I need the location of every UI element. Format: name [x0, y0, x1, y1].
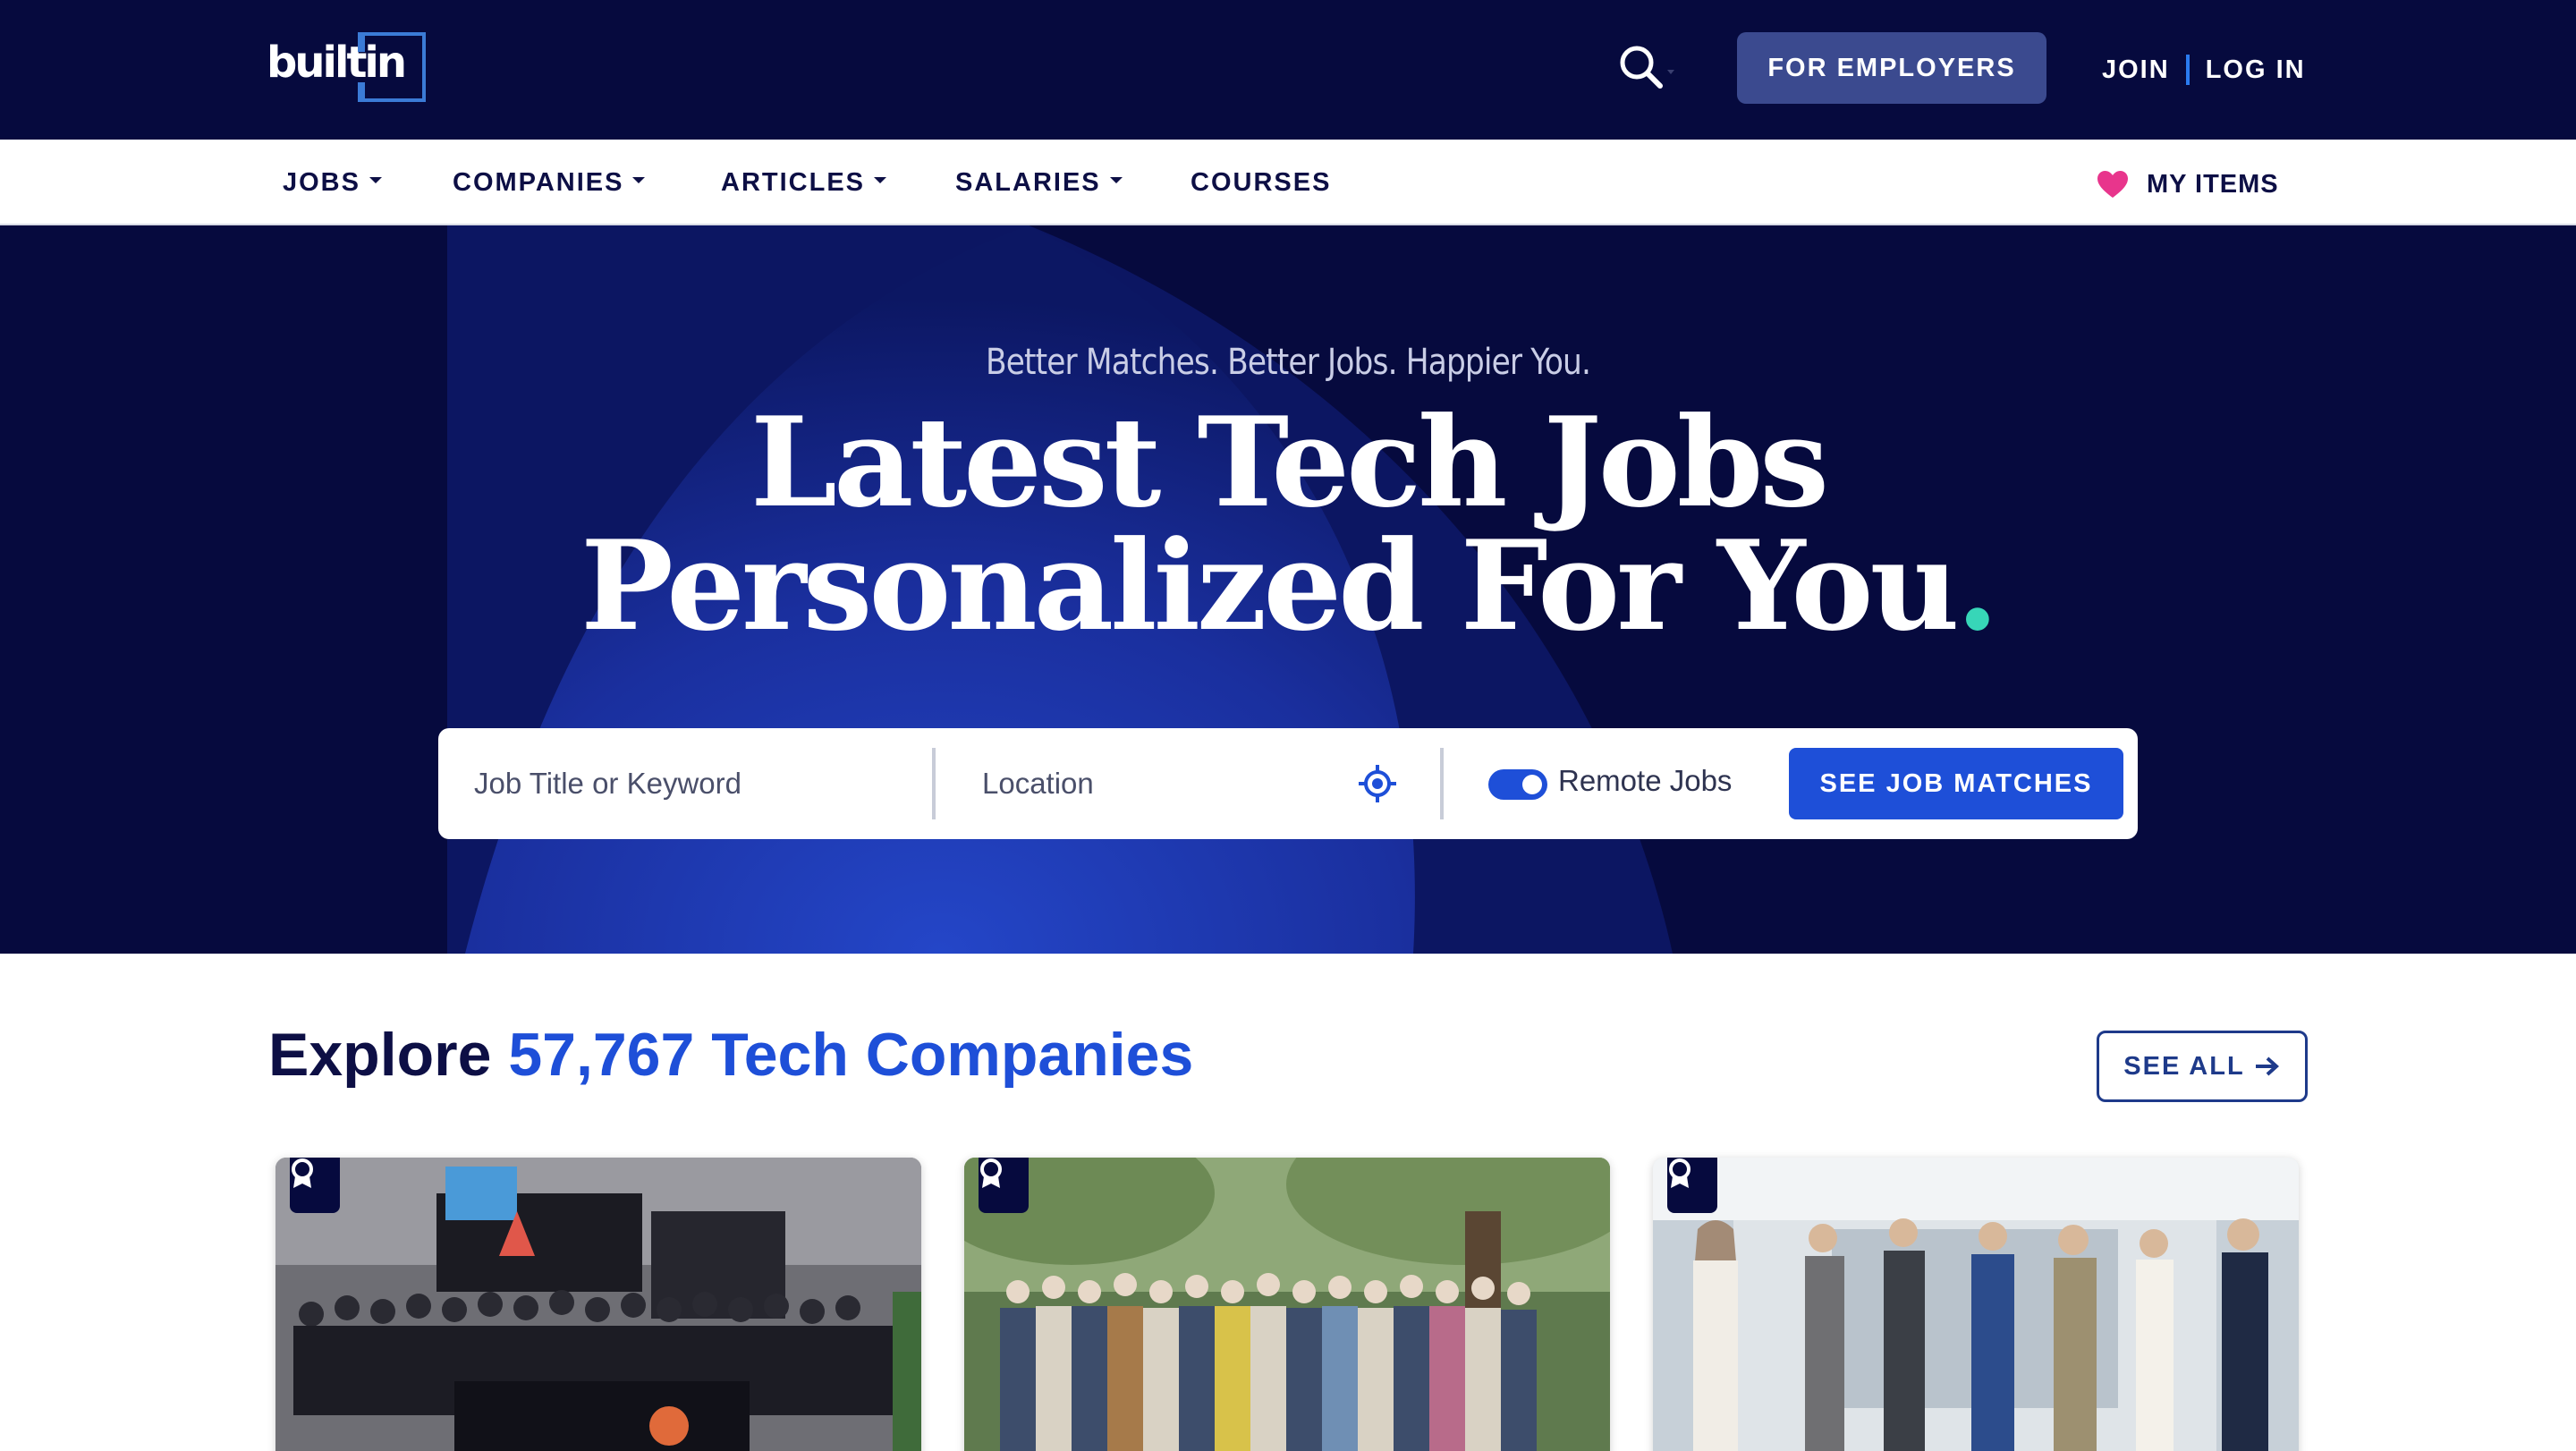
company-booth-group-photo: [275, 1158, 921, 1451]
outdoor-team-group-photo: [964, 1158, 1610, 1451]
top-header: builtin FOR EMPLOYERS JOIN LOG IN: [0, 0, 2576, 140]
company-count: 57,767: [508, 1021, 695, 1089]
auth-links: JOIN LOG IN: [2102, 50, 2306, 89]
caret-down-icon: [369, 176, 382, 183]
search-divider: [1440, 748, 1444, 819]
remote-jobs-toggle[interactable]: [1488, 769, 1547, 800]
explore-heading: Explore 57,767 Tech Companies: [268, 1020, 1193, 1090]
nav-companies-label: COMPANIES: [453, 167, 624, 197]
headline-line-1: Latest Tech Jobs: [750, 389, 1829, 535]
headline-line-2-text: Personalized For You: [580, 513, 1960, 658]
keyword-input[interactable]: [474, 748, 921, 819]
nav-salaries[interactable]: SALARIES: [955, 165, 1123, 200]
login-link[interactable]: LOG IN: [2206, 55, 2306, 85]
search-icon[interactable]: [1615, 41, 1682, 95]
join-link[interactable]: JOIN: [2102, 55, 2170, 85]
award-ribbon-icon: [1669, 1158, 1690, 1188]
crosshair-icon[interactable]: [1358, 764, 1397, 803]
explore-title-prefix: Explore: [268, 1021, 492, 1089]
hero-headline: Latest Tech Jobs Personalized For You.: [0, 401, 2576, 648]
nav-courses-label: COURSES: [1191, 167, 1332, 197]
for-employers-button[interactable]: FOR EMPLOYERS: [1737, 32, 2046, 104]
builtin-logo[interactable]: builtin: [267, 32, 426, 104]
caret-down-icon: [632, 176, 646, 183]
logo-bracket: [358, 32, 426, 102]
nav-jobs[interactable]: JOBS: [283, 165, 382, 200]
nav-articles[interactable]: ARTICLES: [721, 165, 886, 200]
award-ribbon-icon: [980, 1158, 1002, 1188]
nav-jobs-label: JOBS: [283, 167, 360, 197]
arrow-right-icon: [2255, 1056, 2279, 1076]
office-walking-team-photo: [1653, 1158, 2299, 1451]
location-input[interactable]: [982, 748, 1340, 819]
award-ribbon-icon: [292, 1158, 313, 1188]
remote-jobs-label: Remote Jobs: [1558, 764, 1733, 797]
see-job-matches-button[interactable]: SEE JOB MATCHES: [1789, 748, 2123, 819]
caret-down-icon: [1109, 176, 1123, 183]
my-items-link[interactable]: MY ITEMS: [2097, 165, 2279, 204]
company-card[interactable]: [964, 1158, 1610, 1451]
nav-companies[interactable]: COMPANIES: [453, 165, 646, 200]
explore-title-suffix: Tech Companies: [711, 1021, 1194, 1089]
search-divider: [932, 748, 936, 819]
award-badge: [979, 1158, 1029, 1213]
company-card[interactable]: [1653, 1158, 2299, 1451]
main-nav: JOBS COMPANIES ARTICLES SALARIES COURSES…: [0, 140, 2576, 225]
hero-tagline: Better Matches. Better Jobs. Happier You…: [985, 342, 1591, 383]
my-items-label: MY ITEMS: [2147, 169, 2279, 199]
see-all-button[interactable]: SEE ALL: [2097, 1031, 2308, 1102]
auth-divider: [2185, 55, 2190, 85]
company-card[interactable]: [275, 1158, 921, 1451]
heart-icon: [2097, 171, 2128, 198]
job-search-panel: Remote Jobs SEE JOB MATCHES: [438, 728, 2138, 839]
nav-salaries-label: SALARIES: [955, 167, 1101, 197]
hero-section: Better Matches. Better Jobs. Happier You…: [0, 225, 2576, 954]
award-badge: [290, 1158, 340, 1213]
award-badge: [1667, 1158, 1717, 1213]
headline-line-2: Personalized For You.: [0, 524, 2576, 648]
nav-articles-label: ARTICLES: [721, 167, 865, 197]
caret-down-icon: [874, 176, 886, 183]
nav-courses[interactable]: COURSES: [1191, 165, 1331, 200]
see-all-label: SEE ALL: [2123, 1051, 2245, 1081]
headline-accent-dot: .: [1955, 513, 1999, 658]
